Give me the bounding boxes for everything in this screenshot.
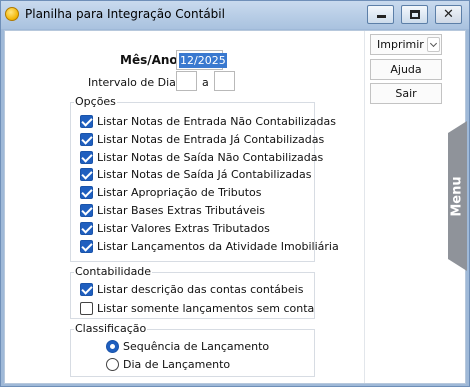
intervalo-ate-input[interactable] [214,71,235,91]
checkbox-checked[interactable] [80,282,93,296]
mes-ano-value: 12/2025 [179,53,227,68]
opcoes-item[interactable]: Listar Notas de Saída Já Contabilizadas [80,166,312,182]
client-area: Mês/Ano 12/2025 Intervalo de Dias a Opçõ… [4,30,466,384]
app-icon [5,7,19,21]
side-menu-tab[interactable]: Menu [448,121,467,271]
contabilidade-title: Contabilidade [74,265,153,278]
imprimir-dropdown[interactable]: Imprimir [370,34,442,55]
opcoes-item[interactable]: Listar Bases Extras Tributáveis [80,202,265,218]
checkbox-unchecked[interactable] [80,301,93,315]
chevron-down-icon[interactable] [427,37,440,52]
minimize-icon [377,15,386,18]
contabilidade-item-label: Listar somente lançamentos sem conta [97,301,315,315]
opcoes-item-label: Listar Notas de Entrada Já Contabilizada… [97,132,325,146]
ajuda-label: Ajuda [390,63,422,76]
opcoes-item[interactable]: Listar Valores Extras Tributados [80,220,270,236]
opcoes-item-label: Listar Valores Extras Tributados [97,221,270,235]
opcoes-item-label: Listar Notas de Saída Já Contabilizadas [97,167,312,181]
mes-ano-label: Mês/Ano [120,53,178,67]
contabilidade-item[interactable]: Listar somente lançamentos sem conta [80,300,314,316]
radio-selected[interactable] [106,339,119,353]
classificacao-group: Classificação Sequência de Lançamento Di… [70,322,315,377]
contabilidade-item-label: Listar descrição das contas contábeis [97,282,304,296]
checkbox-checked[interactable] [80,150,93,164]
opcoes-item[interactable]: Listar Notas de Entrada Não Contabilizad… [80,113,336,129]
checkbox-checked[interactable] [80,203,93,217]
side-menu-label: Menu [450,175,466,217]
opcoes-item[interactable]: Listar Apropriação de Tributos [80,184,261,200]
close-button[interactable]: ✕ [435,5,462,24]
opcoes-item-label: Listar Notas de Saída Não Contabilizadas [97,150,324,164]
opcoes-item[interactable]: Listar Notas de Entrada Já Contabilizada… [80,131,324,147]
contabilidade-item[interactable]: Listar descrição das contas contábeis [80,281,303,297]
checkbox-checked[interactable] [80,132,93,146]
side-menu-text: Menu [448,121,467,271]
maximize-icon [410,10,420,19]
opcoes-item[interactable]: Listar Notas de Saída Não Contabilizadas [80,149,323,165]
panel-divider [364,31,365,383]
opcoes-item-label: Listar Lançamentos da Atividade Imobiliá… [97,239,339,253]
opcoes-group: Opções Listar Notas de Entrada Não Conta… [70,95,339,262]
intervalo-label: Intervalo de Dias [88,76,182,89]
opcoes-title: Opções [74,95,117,108]
opcoes-item-label: Listar Apropriação de Tributos [97,185,262,199]
window-title: Planilha para Integração Contábil [25,7,225,21]
opcoes-item-label: Listar Bases Extras Tributáveis [97,203,266,217]
sair-label: Sair [395,87,417,100]
checkbox-checked[interactable] [80,167,93,181]
intervalo-de-input[interactable] [176,71,197,91]
mes-ano-input[interactable]: 12/2025 [176,50,227,70]
classificacao-title: Classificação [74,322,148,335]
minimize-button[interactable] [367,5,394,24]
classificacao-option-label: Sequência de Lançamento [123,339,270,353]
classificacao-option[interactable]: Sequência de Lançamento [106,338,269,354]
checkbox-checked[interactable] [80,114,93,128]
close-icon: ✕ [443,7,454,22]
checkbox-checked[interactable] [80,185,93,199]
intervalo-separator: a [202,76,209,89]
opcoes-item[interactable]: Listar Lançamentos da Atividade Imobiliá… [80,238,339,254]
main-window: Planilha para Integração Contábil ✕ Mês/… [0,0,470,387]
opcoes-item-label: Listar Notas de Entrada Não Contabilizad… [97,114,336,128]
checkbox-checked[interactable] [80,239,93,253]
contabilidade-group: Contabilidade Listar descrição das conta… [70,265,315,319]
ajuda-button[interactable]: Ajuda [370,59,442,80]
maximize-button[interactable] [401,5,428,24]
sair-button[interactable]: Sair [370,83,442,104]
radio-unselected[interactable] [106,357,119,371]
checkbox-checked[interactable] [80,221,93,235]
classificacao-option[interactable]: Dia de Lançamento [106,356,230,372]
classificacao-option-label: Dia de Lançamento [123,357,231,371]
title-bar[interactable]: Planilha para Integração Contábil ✕ [1,1,469,29]
imprimir-label: Imprimir [377,38,424,51]
